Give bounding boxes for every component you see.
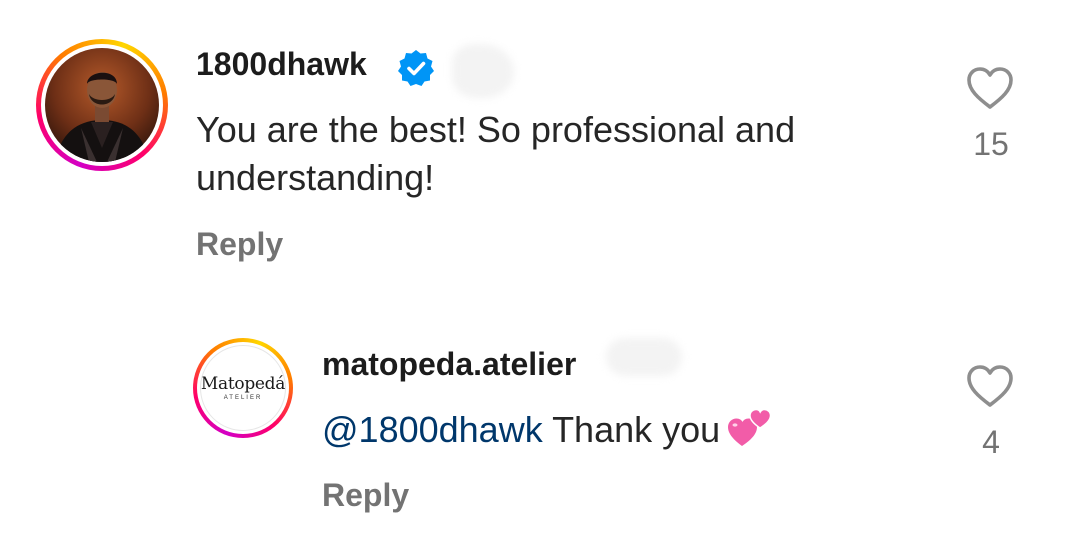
redacted-area [452,44,514,98]
brand-logo-avatar: Matopedá ATELIER [200,345,286,431]
redacted-area [606,338,682,376]
reply-text: @1800dhawk Thank you [322,406,922,454]
reply-button[interactable]: Reply [196,226,283,263]
avatar-story-ring[interactable] [36,39,168,171]
heart-outline-icon[interactable] [966,66,1014,110]
logo-wordmark: Matopedá [200,374,286,394]
reply-username[interactable]: matopeda.atelier [322,346,576,383]
verified-badge-icon [398,50,434,86]
heart-outline-icon[interactable] [966,364,1014,408]
avatar-gap: Matopedá ATELIER [197,342,289,434]
two-hearts-emoji-icon [728,409,772,447]
avatar [45,48,159,162]
reply-message: Thank you [552,409,721,450]
like-count: 4 [982,424,1000,460]
like-count: 15 [973,126,1009,162]
mention-link[interactable]: @1800dhawk [322,409,543,450]
logo-subtext: ATELIER [223,395,263,401]
avatar-photo-icon [45,48,159,162]
reply-button[interactable]: Reply [322,477,409,514]
avatar-gap [41,44,163,166]
comment-text: You are the best! So professional and un… [196,109,796,198]
comment-username[interactable]: 1800dhawk [196,46,367,83]
reply-avatar-story-ring[interactable]: Matopedá ATELIER [193,338,293,438]
